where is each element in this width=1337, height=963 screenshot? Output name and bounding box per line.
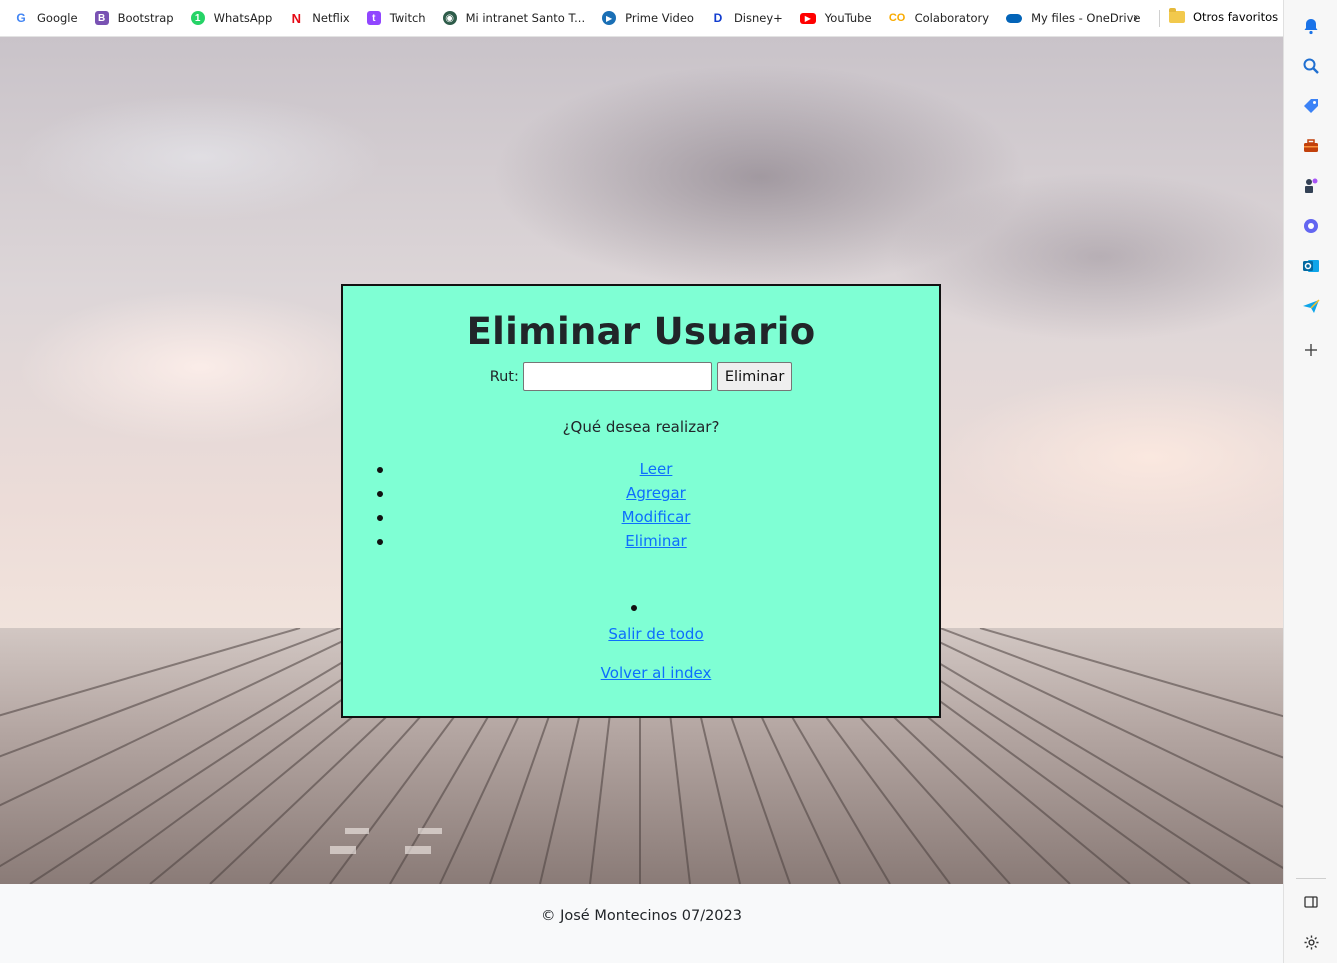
bookmark-separator — [1159, 10, 1160, 27]
bookmark-label: Disney+ — [733, 11, 783, 25]
delete-link[interactable]: Eliminar — [625, 532, 686, 550]
intranet-icon: ◉ — [442, 11, 457, 25]
bookmark-label: Otros favoritos — [1193, 10, 1279, 24]
back-to-index-link[interactable]: Volver al index — [373, 664, 939, 682]
bookmark-label: Twitch — [389, 11, 426, 25]
sidebar-divider — [1296, 878, 1326, 879]
browser-sidebar — [1283, 0, 1337, 963]
netflix-icon: N — [289, 11, 304, 26]
bookmark-label: Netflix — [312, 11, 350, 25]
bookmark-label: Colaboratory — [914, 11, 990, 25]
delete-button[interactable]: Eliminar — [716, 362, 793, 391]
bookmark-disney[interactable]: D Disney+ — [710, 11, 783, 25]
bookmark-intranet[interactable]: ◉ Mi intranet Santo T... — [442, 11, 586, 25]
chess-icon[interactable] — [1301, 176, 1321, 196]
bookmark-google[interactable]: G Google — [14, 11, 78, 25]
toolbox-icon[interactable] — [1301, 136, 1321, 156]
whatsapp-icon: 1 — [190, 11, 205, 25]
rut-form: Rut: Eliminar — [343, 362, 939, 391]
bookmarks-bar: G Google B Bootstrap 1 WhatsApp N Netfli… — [0, 0, 1283, 37]
bookmark-prime-video[interactable]: ▶ Prime Video — [602, 11, 694, 25]
bookmark-label: My files - OneDrive — [1031, 11, 1141, 25]
footer: © José Montecinos 07/2023 — [0, 884, 1283, 963]
twitch-icon: t — [366, 11, 381, 25]
bookmark-label: WhatsApp — [213, 11, 273, 25]
folder-icon — [1169, 8, 1185, 23]
send-icon[interactable] — [1301, 296, 1321, 316]
list-item: Leer — [343, 457, 939, 481]
chevron-right-icon[interactable]: › — [1133, 9, 1138, 26]
action-menu: Leer Agregar Modificar Eliminar — [343, 457, 939, 553]
page-title: Eliminar Usuario — [466, 310, 816, 353]
bookmark-onedrive[interactable]: My files - OneDrive — [1006, 11, 1141, 25]
rut-input[interactable] — [522, 362, 712, 391]
office-icon[interactable] — [1301, 216, 1321, 236]
gear-icon[interactable] — [1301, 932, 1321, 952]
google-icon: G — [14, 11, 28, 25]
exit-all-link[interactable]: Salir de todo — [373, 625, 939, 643]
bookmark-label: YouTube — [824, 11, 872, 25]
list-item: Eliminar — [343, 529, 939, 553]
bookmark-label: Prime Video — [625, 11, 694, 25]
empty-list-item — [343, 602, 939, 614]
colab-icon: CO — [888, 11, 906, 25]
tag-icon[interactable] — [1301, 96, 1321, 116]
read-link[interactable]: Leer — [640, 460, 673, 478]
bootstrap-icon: B — [94, 11, 109, 25]
add-link[interactable]: Agregar — [626, 484, 686, 502]
bookmark-twitch[interactable]: t Twitch — [366, 11, 426, 25]
bell-icon[interactable] — [1301, 16, 1321, 36]
bookmark-other-favorites[interactable]: Otros favoritos — [1169, 8, 1279, 24]
rut-label: Rut: — [489, 368, 519, 385]
question-text: ¿Qué desea realizar? — [562, 418, 720, 436]
bookmark-bootstrap[interactable]: B Bootstrap — [94, 11, 174, 25]
bookmark-netflix[interactable]: N Netflix — [289, 11, 350, 26]
youtube-icon: ▶ — [799, 12, 816, 24]
bookmark-colab[interactable]: CO Colaboratory — [888, 11, 990, 25]
onedrive-icon — [1006, 13, 1023, 23]
outlook-icon[interactable] — [1301, 256, 1321, 276]
bookmark-youtube[interactable]: ▶ YouTube — [799, 11, 872, 25]
prime-video-icon: ▶ — [602, 11, 617, 25]
bookmark-label: Google — [37, 11, 78, 25]
footer-text: © José Montecinos 07/2023 — [541, 908, 742, 924]
add-icon[interactable] — [1301, 340, 1321, 360]
modify-link[interactable]: Modificar — [622, 508, 691, 526]
bookmark-whatsapp[interactable]: 1 WhatsApp — [190, 11, 273, 25]
list-item: Modificar — [343, 505, 939, 529]
bookmark-label: Mi intranet Santo T... — [465, 11, 586, 25]
disney-icon: D — [710, 11, 725, 25]
bookmark-label: Bootstrap — [117, 11, 174, 25]
delete-user-panel: Eliminar Usuario Rut: Eliminar ¿Qué dese… — [341, 284, 941, 718]
sidebar-toggle-icon[interactable] — [1301, 892, 1321, 912]
search-icon[interactable] — [1301, 56, 1321, 76]
list-item: Agregar — [343, 481, 939, 505]
